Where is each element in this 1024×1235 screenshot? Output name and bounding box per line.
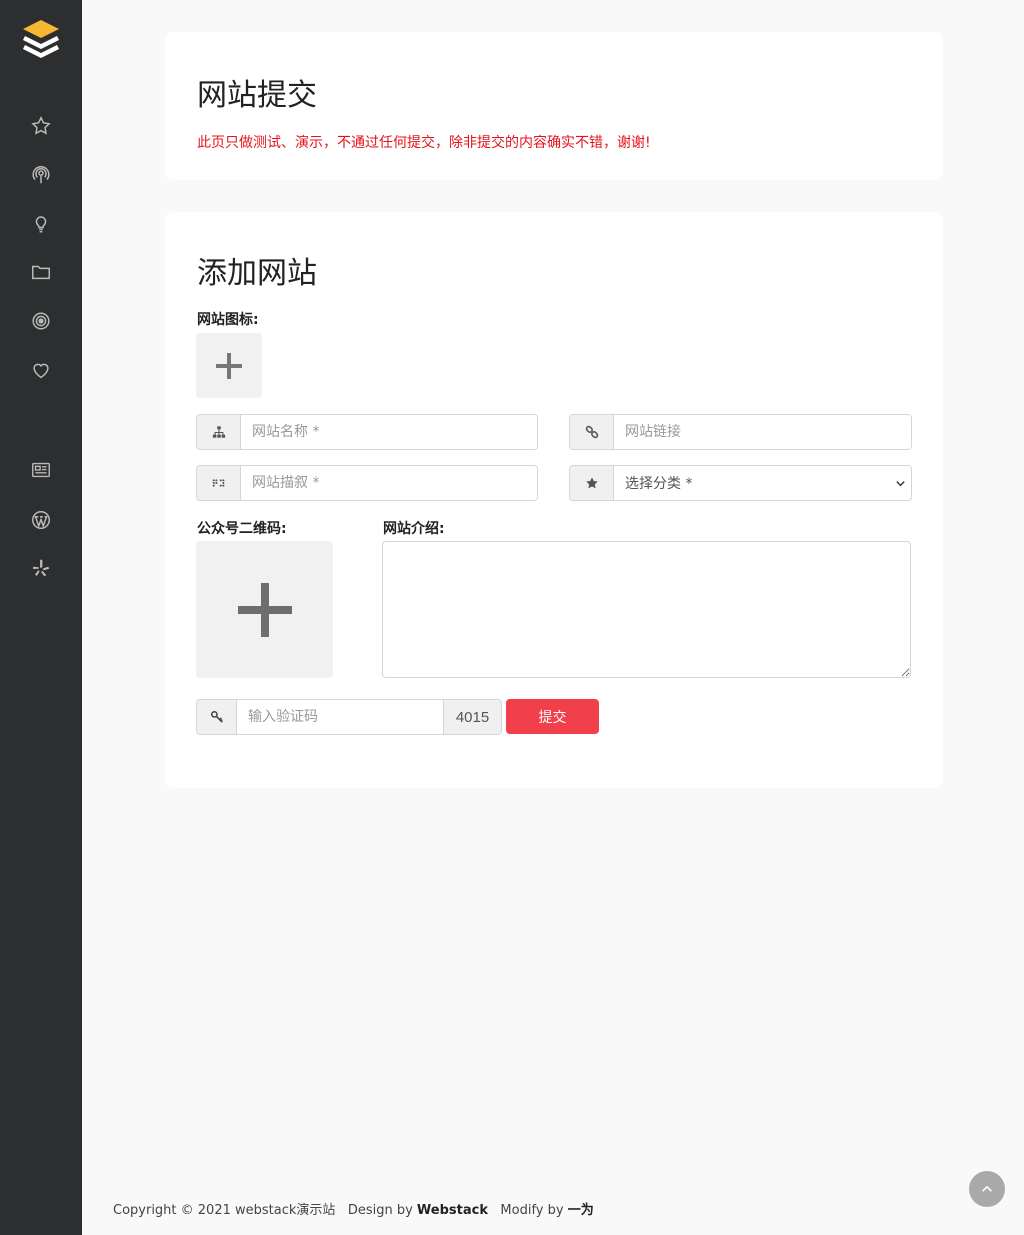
site-icon-label: 网站图标: — [197, 312, 259, 328]
site-link-input[interactable] — [614, 415, 911, 449]
qrcode-label: 公众号二维码: — [197, 521, 287, 537]
category-select-value: 选择分类 * — [614, 466, 889, 500]
captcha-code[interactable]: 4015 — [443, 700, 501, 734]
plus-icon — [216, 352, 242, 379]
notice-text: 此页只做测试、演示，不通过任何提交，除非提交的内容确实不错，谢谢! — [197, 135, 651, 151]
folder-icon[interactable] — [26, 257, 56, 287]
site-desc-group — [196, 465, 538, 501]
site-desc-input[interactable] — [241, 466, 537, 500]
copyright-text: Copyright © 2021 webstack演示站 — [113, 1203, 336, 1218]
layers-logo[interactable] — [20, 18, 62, 64]
podcast-icon[interactable] — [26, 160, 56, 190]
add-site-form: 添加网站 网站图标: 选择分类 * 公众号二维码: 网站介绍: — [165, 212, 943, 788]
submit-button[interactable]: 提交 — [506, 699, 599, 734]
sitemap-icon — [197, 415, 241, 449]
qrcode-upload[interactable] — [196, 541, 333, 678]
chevron-down-icon — [889, 466, 911, 500]
captcha-group: 4015 — [196, 699, 502, 735]
site-name-group — [196, 414, 538, 450]
page-title: 网站提交 — [197, 78, 317, 113]
footer: Copyright © 2021 webstack演示站 Design by W… — [113, 1199, 594, 1218]
key-icon — [197, 700, 237, 734]
star-filled-icon — [570, 466, 614, 500]
design-link[interactable]: Webstack — [417, 1203, 488, 1218]
modify-prefix: Modify by — [500, 1203, 564, 1218]
star-icon[interactable] — [26, 111, 56, 141]
modify-link[interactable]: 一为 — [568, 1203, 594, 1218]
lightbulb-icon[interactable] — [26, 208, 56, 238]
yelp-icon[interactable] — [26, 553, 56, 583]
site-icon-upload[interactable] — [196, 333, 262, 398]
heart-icon[interactable] — [26, 355, 56, 385]
intro-label: 网站介绍: — [383, 521, 445, 537]
notice-card: 网站提交 此页只做测试、演示，不通过任何提交，除非提交的内容确实不错，谢谢! — [165, 32, 943, 180]
form-title: 添加网站 — [197, 256, 317, 291]
site-name-input[interactable] — [241, 415, 537, 449]
wordpress-icon[interactable] — [26, 505, 56, 535]
intro-textarea[interactable] — [382, 541, 911, 678]
braille-icon — [197, 466, 241, 500]
newspaper-icon[interactable] — [26, 455, 56, 485]
captcha-input[interactable] — [237, 700, 443, 734]
site-link-group — [569, 414, 912, 450]
design-prefix: Design by — [347, 1203, 413, 1218]
chevron-up-icon — [982, 1185, 992, 1192]
sidebar — [0, 0, 82, 1235]
category-select[interactable]: 选择分类 * — [569, 465, 912, 501]
link-icon — [570, 415, 614, 449]
target-icon[interactable] — [26, 306, 56, 336]
back-to-top-button[interactable] — [969, 1171, 1005, 1207]
plus-icon — [237, 582, 292, 637]
